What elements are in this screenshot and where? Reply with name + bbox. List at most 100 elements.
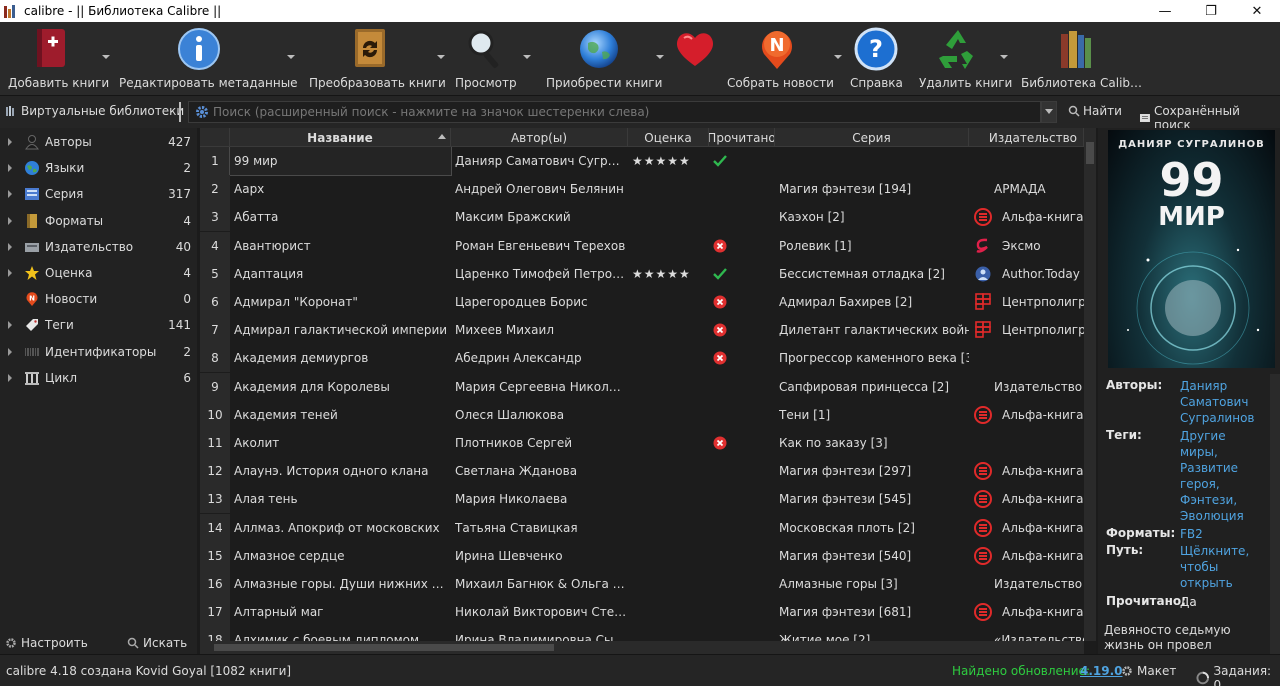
- cell-series[interactable]: Магия фэнтези [681]: [779, 598, 969, 626]
- edit-metadata-dropdown-arrow-icon[interactable]: [287, 55, 295, 59]
- cell-publisher[interactable]: Центрполиграф: [974, 316, 1084, 344]
- cell-series[interactable]: Магия фэнтези [545]: [779, 485, 969, 513]
- cell-series[interactable]: Прогрессор каменного века [3]: [779, 344, 969, 372]
- find-button[interactable]: Найти: [1068, 104, 1122, 118]
- cell-publisher[interactable]: [974, 429, 1084, 457]
- cell-rating[interactable]: [632, 344, 708, 372]
- row-number[interactable]: 17: [200, 598, 230, 627]
- row-number[interactable]: 13: [200, 485, 230, 514]
- cell-read[interactable]: [712, 514, 772, 542]
- details-vertical-scrollbar[interactable]: [1270, 374, 1280, 654]
- cell-read[interactable]: [712, 570, 772, 598]
- cell-author[interactable]: Роман Евгеньевич Терехов: [455, 232, 627, 260]
- cell-publisher[interactable]: Альфа-книга: [974, 401, 1084, 429]
- cell-series[interactable]: Каэхон [2]: [779, 203, 969, 231]
- cell-author[interactable]: Олеся Шалюкова: [455, 401, 627, 429]
- cell-publisher[interactable]: АРМАДА: [974, 175, 1084, 203]
- tag-category-identifiers[interactable]: Идентификаторы 2: [0, 339, 197, 365]
- cell-title[interactable]: Адаптация: [234, 260, 451, 288]
- cell-read[interactable]: [712, 203, 772, 231]
- row-number[interactable]: 1: [200, 147, 230, 175]
- cell-author[interactable]: Царенко Тимофей Петрович: [455, 260, 627, 288]
- configure-button[interactable]: Настроить: [5, 636, 88, 650]
- tag-category-formats[interactable]: Форматы 4: [0, 208, 197, 234]
- cell-read[interactable]: [712, 542, 772, 570]
- cell-author[interactable]: Мария Сергеевна Николаева: [455, 373, 627, 401]
- cell-series[interactable]: Ролевик [1]: [779, 232, 969, 260]
- expand-arrow-icon[interactable]: [8, 269, 12, 277]
- convert-books-button[interactable]: Преобразовать книги: [308, 22, 446, 96]
- cell-author[interactable]: Татьяна Ставицкая: [455, 514, 627, 542]
- table-row[interactable]: 11 Аколит Плотников Сергей Как по заказу [3…: [200, 429, 1084, 457]
- row-number[interactable]: 7: [200, 316, 230, 345]
- cell-publisher[interactable]: Альфа-книга: [974, 203, 1084, 231]
- cell-rating[interactable]: [632, 429, 708, 457]
- tag-category-publisher[interactable]: Издательство 40: [0, 234, 197, 260]
- remove-dropdown-arrow-icon[interactable]: [1000, 55, 1008, 59]
- add-books-dropdown-arrow-icon[interactable]: [102, 55, 110, 59]
- details-formats-link[interactable]: FB2: [1180, 526, 1203, 542]
- cell-publisher[interactable]: Издательство АСТ: [974, 373, 1084, 401]
- column-header-rating[interactable]: Оценка: [628, 128, 709, 147]
- row-number[interactable]: 14: [200, 513, 230, 542]
- cell-read[interactable]: [712, 485, 772, 513]
- help-button[interactable]: ? Справка: [850, 22, 903, 96]
- cell-read[interactable]: [712, 429, 772, 457]
- tag-category-series[interactable]: Серия 317: [0, 181, 197, 207]
- book-list-horizontal-scrollbar[interactable]: [200, 641, 1084, 654]
- cell-series[interactable]: Сапфировая принцесса [2]: [779, 373, 969, 401]
- cell-title[interactable]: Адмирал "Коронат": [234, 288, 451, 316]
- cell-read[interactable]: [712, 260, 772, 288]
- cell-series[interactable]: Московская плоть [2]: [779, 514, 969, 542]
- cell-author[interactable]: Ирина Шевченко: [455, 542, 627, 570]
- jobs-button[interactable]: Задания: 0: [1196, 664, 1280, 686]
- expand-arrow-icon[interactable]: [8, 347, 12, 356]
- cell-title[interactable]: Алмазное сердце: [234, 542, 451, 570]
- cell-publisher[interactable]: Альфа-книга: [974, 598, 1084, 626]
- cell-publisher[interactable]: Издательство АСТ: [974, 570, 1084, 598]
- tag-category-authors[interactable]: Авторы 427: [0, 129, 197, 155]
- remove-books-button[interactable]: Удалить книги: [918, 22, 1012, 96]
- cell-author[interactable]: Максим Бражский: [455, 203, 627, 231]
- cell-publisher[interactable]: Эксмо: [974, 232, 1084, 260]
- cell-author[interactable]: Михеев Михаил: [455, 316, 627, 344]
- news-dropdown-arrow-icon[interactable]: [834, 55, 842, 59]
- cell-rating[interactable]: [632, 626, 708, 641]
- cell-read[interactable]: [712, 598, 772, 626]
- expand-arrow-icon[interactable]: [8, 138, 12, 146]
- virtual-libraries-button[interactable]: Виртуальные библиотеки: [5, 104, 184, 118]
- expand-arrow-icon[interactable]: [8, 216, 12, 225]
- view-dropdown-arrow-icon[interactable]: [523, 55, 531, 59]
- tag-category-cycle[interactable]: Цикл 6: [0, 365, 197, 391]
- cell-title[interactable]: Абатта: [234, 203, 451, 231]
- cell-title[interactable]: Авантюрист: [234, 232, 451, 260]
- cell-rating[interactable]: [632, 598, 708, 626]
- table-row[interactable]: 8 Академия демиургов Абедрин Александр Прог…: [200, 344, 1084, 373]
- status-update-version-link[interactable]: 4.19.0: [1080, 664, 1123, 678]
- cell-title[interactable]: Алтарный маг: [234, 598, 451, 626]
- expand-arrow-icon[interactable]: [8, 242, 12, 251]
- column-header-read[interactable]: Прочитано: [709, 128, 775, 147]
- details-authors-link[interactable]: Данияр Саматович Сугралинов: [1180, 378, 1260, 426]
- cell-series[interactable]: Как по заказу [3]: [779, 429, 969, 457]
- table-row[interactable]: 7 Адмирал галактической империи Михеев Мих…: [200, 316, 1084, 345]
- column-header-author[interactable]: Автор(ы): [451, 128, 628, 147]
- donate-heart-button[interactable]: [670, 22, 720, 96]
- cell-series[interactable]: Магия фэнтези [540]: [779, 542, 969, 570]
- cell-author[interactable]: Данияр Саматович Сугралинов: [455, 147, 627, 175]
- row-number[interactable]: 16: [200, 570, 230, 598]
- cell-series[interactable]: Магия фэнтези [297]: [779, 457, 969, 485]
- cell-series[interactable]: Бессистемная отладка [2]: [779, 260, 969, 288]
- cell-title[interactable]: Академия теней: [234, 401, 451, 429]
- vertical-scroll-thumb[interactable]: [1086, 142, 1094, 164]
- cell-author[interactable]: Абедрин Александр: [455, 344, 627, 372]
- expand-arrow-icon[interactable]: [8, 164, 12, 173]
- expand-arrow-icon[interactable]: [8, 190, 12, 199]
- cell-rating[interactable]: ★★★★★: [632, 260, 708, 288]
- cell-title[interactable]: Алая тень: [234, 485, 451, 513]
- cell-author[interactable]: Светлана Жданова: [455, 457, 627, 485]
- cell-rating[interactable]: [632, 373, 708, 401]
- book-list-vertical-scrollbar[interactable]: [1084, 128, 1096, 641]
- cell-rating[interactable]: [632, 203, 708, 231]
- row-number[interactable]: 6: [200, 288, 230, 316]
